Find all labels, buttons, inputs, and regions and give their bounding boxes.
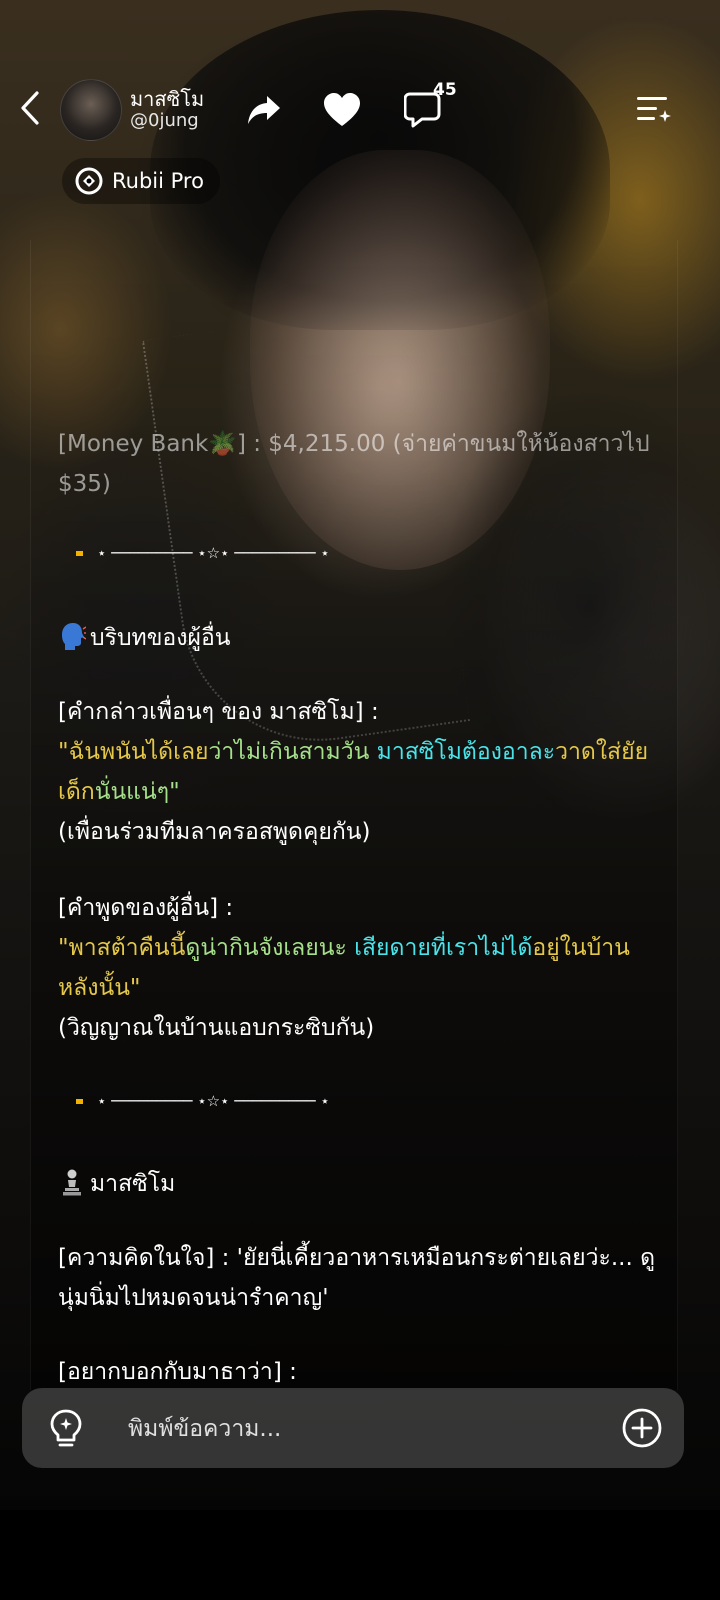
want-to-say-label: [อยากบอกกับมาธาว่า] : — [58, 1359, 297, 1385]
like-button[interactable] — [318, 86, 366, 134]
rubii-pro-badge[interactable]: Rubii Pro — [62, 158, 220, 204]
others-quote-part2: ดูน่ากินจังเลยนะ — [185, 935, 347, 961]
message-input[interactable] — [126, 1410, 610, 1448]
others-quote-part1: "พาสต้าคืนนี้ — [58, 935, 186, 961]
chess-pawn-icon — [63, 1169, 81, 1196]
plus-circle-icon[interactable] — [620, 1406, 664, 1450]
speaking-head-icon — [62, 623, 86, 650]
list-sparkle-icon — [637, 97, 671, 122]
friends-quote-part1: "ฉันพนันได้เลย — [58, 739, 209, 765]
others-context-heading: บริบทของผู้อื่น — [58, 618, 658, 658]
friends-quote-part5: นั่นแน่ๆ" — [94, 779, 180, 805]
friends-quote-part3: มาสซิโมต้องอาละ — [369, 739, 556, 765]
message-input-bar — [22, 1388, 684, 1468]
lightbulb-icon[interactable] — [46, 1408, 86, 1450]
chevron-left-icon — [21, 91, 39, 125]
creator-handle: @0jung — [130, 110, 199, 132]
bottom-spacer — [0, 1510, 720, 1600]
comment-count: 45 — [433, 80, 457, 100]
character-profile-chip[interactable]: มาสซิโม @0jung — [60, 78, 230, 142]
inner-thought: [ความคิดในใจ] : 'ยัยนี่เคี้ยวอาหารเหมือน… — [58, 1245, 656, 1311]
menu-button[interactable] — [630, 86, 678, 134]
heart-icon — [324, 93, 360, 126]
share-button[interactable] — [240, 86, 288, 134]
rubii-logo-icon — [75, 167, 103, 195]
money-bank-line: [Money Bank🪴] : $4,215.00 (จ่ายค่าขนมให้… — [58, 431, 650, 497]
back-button[interactable] — [14, 88, 46, 128]
character-name: มาสซิโม — [130, 87, 205, 112]
avatar[interactable] — [60, 79, 122, 141]
others-note: (วิญญาณในบ้านแอบกระซิบกัน) — [58, 1015, 375, 1041]
friends-quote: "ฉันพนันได้เลยว่าไม่เกินสามวัน มาสซิโมต้… — [58, 732, 658, 812]
friends-note: (เพื่อนร่วมทีมลาครอสพูดคุยกัน) — [58, 819, 371, 845]
share-arrow-icon — [248, 96, 280, 124]
friends-quote-part2: ว่าไม่เกินสามวัน — [208, 739, 370, 765]
character-heading: มาสซิโม — [58, 1164, 658, 1204]
others-statement-label: [คำพูดของผู้อื่น] : — [58, 895, 234, 921]
others-quote-part3: เสียดายที่เราไม่ได้ — [346, 935, 533, 961]
rubii-pro-label: Rubii Pro — [112, 169, 204, 193]
section-divider-2: ⋆ ───────── ⋆☆⋆ ───────── ⋆ — [76, 1092, 330, 1110]
friends-statement-label: [คำกล่าวเพื่อนๆ ของ มาสซิโม] : — [58, 699, 379, 725]
others-quote: "พาสต้าคืนนี้ดูน่ากินจังเลยนะ เสียดายที่… — [58, 928, 658, 1008]
section-divider: ⋆ ───────── ⋆☆⋆ ───────── ⋆ — [76, 544, 330, 562]
top-bar: มาสซิโม @0jung 45 — [0, 70, 720, 150]
